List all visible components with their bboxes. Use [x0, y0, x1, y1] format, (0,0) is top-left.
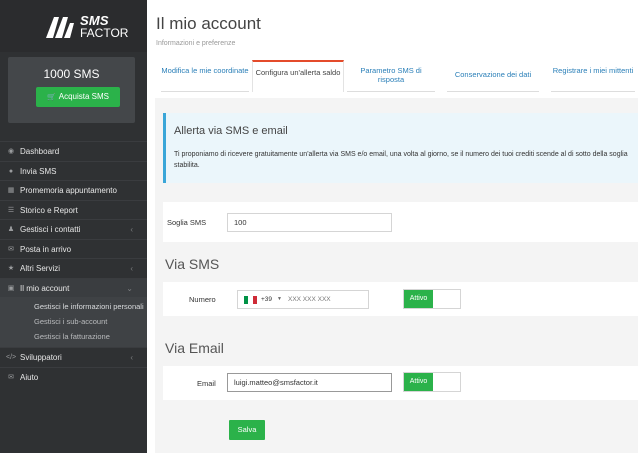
tab-data-retention[interactable]: Conservazione dei dati	[443, 60, 543, 92]
phone-input[interactable]: +39 ▼ XXX XXX XXX	[237, 290, 369, 309]
tab-reply-sms[interactable]: Parametro SMS di risposta	[347, 60, 435, 92]
threshold-input[interactable]: 100	[227, 213, 392, 232]
italy-flag-icon	[244, 296, 257, 304]
sidebar-item-help[interactable]: ✉ Aiuto	[0, 366, 147, 387]
sms-toggle-label: Attivo	[404, 290, 433, 308]
email-alert-toggle[interactable]: Attivo	[403, 372, 461, 392]
sidebar-subitem-sub-accounts[interactable]: Gestisci i sub-account	[0, 314, 147, 329]
list-icon: ☰	[7, 206, 15, 214]
chevron-left-icon: ‹	[130, 264, 133, 273]
sidebar-subitem-billing[interactable]: Gestisci la fatturazione	[0, 329, 147, 347]
sidebar-item-label: Promemoria appuntamento	[20, 186, 117, 195]
sidebar-item-label: Aiuto	[20, 372, 39, 382]
brand-logo[interactable]: SMS FACTOR	[0, 0, 147, 52]
caret-down-icon[interactable]: ▼	[277, 291, 282, 308]
chevron-left-icon: ‹	[130, 353, 133, 362]
alert-info-box: Allerta via SMS e email Ti proponiamo di…	[163, 113, 638, 183]
page-subtitle: Informazioni e preferenze	[156, 40, 236, 47]
sidebar-submenu: Gestisci le informazioni personali Gesti…	[0, 297, 147, 347]
credit-box: 1000 SMS 🛒 Acquista SMS	[8, 57, 135, 123]
sidebar-item-label: Il mio account	[20, 283, 70, 293]
tab-label: Parametro SMS di risposta	[360, 66, 422, 84]
card-icon: ▣	[7, 284, 15, 292]
main-area: Il mio account Informazioni e preferenze…	[147, 0, 638, 453]
tab-divider	[447, 91, 539, 92]
sms-alert-toggle[interactable]: Attivo	[403, 289, 461, 309]
alert-text: Ti proponiamo di ricevere gratuitamente …	[174, 151, 628, 169]
sidebar-item-history-report[interactable]: ☰ Storico e Report	[0, 199, 147, 220]
sidebar-item-label: Sviluppatori	[20, 353, 62, 362]
credit-count: 1000 SMS	[43, 67, 100, 81]
sidebar-item-label: Altri Servizi	[20, 264, 61, 273]
via-email-title: Via Email	[165, 340, 224, 356]
phone-prefix: +39	[261, 296, 273, 303]
alert-title: Allerta via SMS e email	[174, 125, 288, 137]
threshold-row: Soglia SMS 100	[163, 202, 638, 242]
sidebar-item-label: Dashboard	[20, 147, 60, 156]
tab-label: Modifica le mie coordinate	[161, 66, 249, 75]
envelope-icon: ✉	[8, 373, 14, 381]
save-button[interactable]: Salva	[229, 420, 265, 440]
sidebar-subitem-personal-info[interactable]: Gestisci le informazioni personali	[0, 297, 147, 314]
buy-sms-label: Acquista SMS	[58, 92, 109, 101]
user-icon: ♟	[7, 226, 15, 233]
chevron-down-icon: ⌄	[126, 283, 133, 293]
sidebar-item-label: Posta in arrivo	[20, 244, 72, 254]
tab-register-senders[interactable]: Registrare i miei mittenti	[551, 60, 635, 92]
tab-bar: Modifica le mie coordinate Configura un'…	[147, 60, 638, 92]
envelope-icon: ✉	[8, 245, 14, 253]
email-input[interactable]: luigi.matteo@smsfactor.it	[227, 373, 392, 392]
sidebar-item-developers[interactable]: </> Sviluppatori ‹	[0, 347, 147, 367]
buy-sms-button[interactable]: 🛒 Acquista SMS	[36, 87, 120, 107]
threshold-label: Soglia SMS	[167, 218, 207, 227]
sidebar-item-contacts[interactable]: ♟ Gestisci i contatti ‹	[0, 219, 147, 239]
sidebar-item-label: Invia SMS	[20, 166, 57, 176]
tab-balance-alert[interactable]: Configura un'allerta saldo	[252, 60, 344, 92]
sidebar-item-appointment-reminder[interactable]: ▦ Promemoria appuntamento	[0, 180, 147, 200]
email-label: Email	[197, 379, 216, 388]
sidebar-item-other-services[interactable]: ★ Altri Servizi ‹	[0, 258, 147, 278]
tab-content: Allerta via SMS e email Ti proponiamo di…	[155, 98, 638, 453]
logo-mark-icon	[46, 17, 74, 38]
email-toggle-label: Attivo	[404, 373, 433, 391]
tab-divider	[347, 91, 435, 92]
tab-divider	[161, 91, 249, 92]
tab-divider	[551, 91, 635, 92]
calendar-icon: ▦	[7, 187, 15, 194]
chevron-left-icon: ‹	[130, 225, 133, 234]
sidebar-item-my-account[interactable]: ▣ Il mio account ⌄	[0, 277, 147, 297]
via-sms-row: Numero +39 ▼ XXX XXX XXX Attivo	[163, 282, 638, 316]
sidebar-item-label: Storico e Report	[20, 205, 78, 215]
sidebar-nav: ◉ Dashboard ● Invia SMS ▦ Promemoria app…	[0, 141, 147, 386]
tab-label: Conservazione dei dati	[454, 70, 532, 79]
sidebar-item-send-sms[interactable]: ● Invia SMS	[0, 160, 147, 181]
via-sms-title: Via SMS	[165, 256, 220, 272]
sidebar-item-label: Gestisci i contatti	[20, 225, 81, 234]
phone-label: Numero	[189, 295, 216, 304]
code-icon: </>	[6, 354, 17, 361]
tab-label: Registrare i miei mittenti	[552, 66, 634, 75]
page-title: Il mio account	[156, 14, 261, 33]
tachometer-icon: ◉	[7, 148, 15, 155]
sidebar: SMS FACTOR 1000 SMS 🛒 Acquista SMS ◉ Dash…	[0, 0, 147, 453]
chat-icon: ●	[8, 167, 14, 175]
tab-edit-coordinates[interactable]: Modifica le mie coordinate	[161, 60, 249, 92]
sidebar-item-inbox[interactable]: ✉ Posta in arrivo	[0, 238, 147, 259]
via-email-row: Email luigi.matteo@smsfactor.it Attivo	[163, 366, 638, 400]
logo-text-factor: FACTOR	[80, 26, 129, 40]
phone-placeholder: XXX XXX XXX	[288, 296, 331, 303]
tab-label: Configura un'allerta saldo	[255, 68, 341, 77]
star-icon: ★	[7, 265, 15, 272]
sidebar-item-dashboard[interactable]: ◉ Dashboard	[0, 141, 147, 161]
cart-icon: 🛒	[47, 94, 56, 101]
